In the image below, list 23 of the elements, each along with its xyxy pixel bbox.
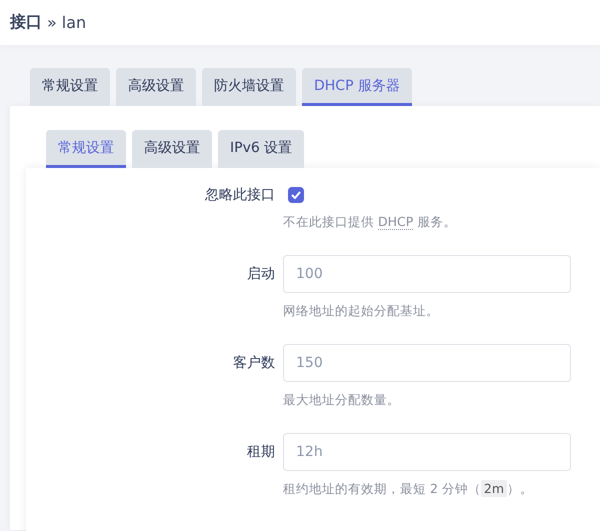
tab[interactable]: 防火墙设置 xyxy=(202,68,296,106)
breadcrumb-separator: » xyxy=(47,13,57,32)
tab[interactable]: 常规设置 xyxy=(30,68,110,106)
field-label: 租期 xyxy=(246,443,275,461)
breadcrumb-current: lan xyxy=(62,13,86,32)
field-description: 租约地址的有效期，最短 2 分钟（ 2m ）。 xyxy=(283,479,534,499)
field-description: 网络地址的起始分配基址。 xyxy=(283,302,440,320)
field-label: 客户数 xyxy=(232,354,275,372)
subtab[interactable]: IPv6 设置 xyxy=(218,130,304,168)
tab[interactable]: 高级设置 xyxy=(116,68,196,106)
input-field[interactable]: 100 xyxy=(283,255,571,293)
input-field[interactable]: 12h xyxy=(283,433,571,471)
input-field[interactable]: 150 xyxy=(283,344,571,382)
subtab[interactable]: 常规设置 xyxy=(46,130,126,168)
field-label: 启动 xyxy=(246,265,275,283)
checkbox[interactable] xyxy=(288,187,304,203)
subtab[interactable]: 高级设置 xyxy=(132,130,212,168)
field-label: 忽略此接口 xyxy=(204,186,275,204)
tab[interactable]: DHCP 服务器 xyxy=(302,68,412,106)
breadcrumb-section[interactable]: 接口 xyxy=(10,12,42,33)
field-description: 不在此接口提供 DHCP 服务。 xyxy=(283,213,458,232)
check-icon xyxy=(291,191,301,199)
field-description: 最大地址分配数量。 xyxy=(283,391,401,409)
